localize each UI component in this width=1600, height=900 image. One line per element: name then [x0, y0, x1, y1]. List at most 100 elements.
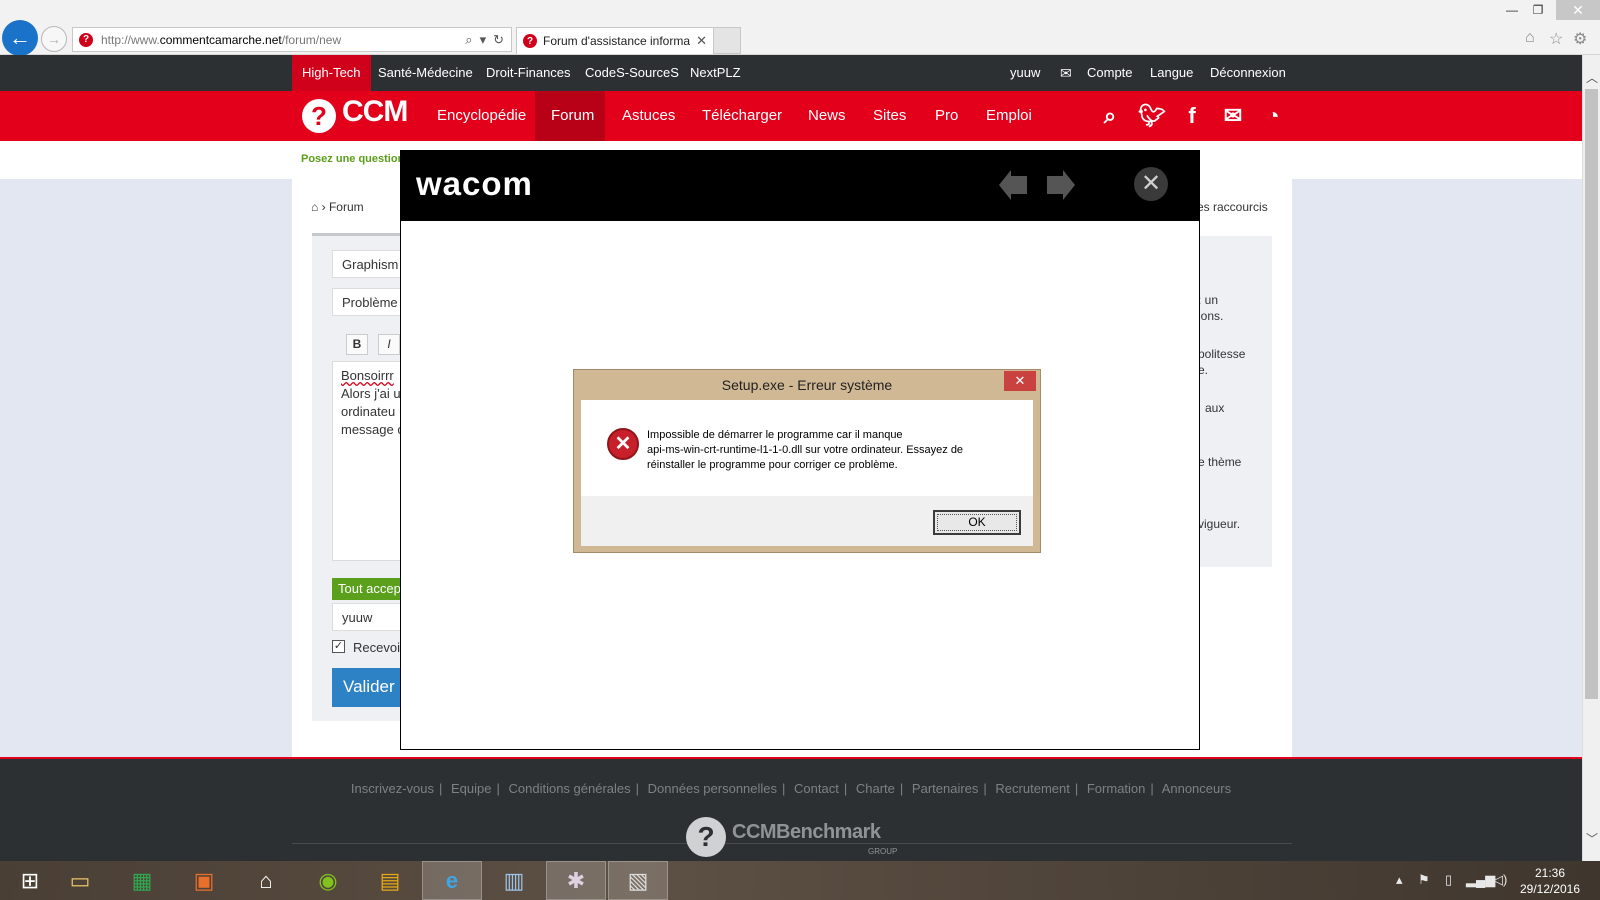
nav-sites[interactable]: Sites: [873, 91, 906, 141]
footer-link[interactable]: Equipe: [451, 781, 491, 796]
nav-telecharger[interactable]: Télécharger: [702, 91, 782, 141]
search-icon[interactable]: ⌕: [1097, 103, 1123, 129]
site-link-hightech[interactable]: High-Tech: [292, 55, 371, 91]
footer-link[interactable]: Conditions générales: [509, 781, 631, 796]
site-link-nextplz[interactable]: NextPLZ: [680, 55, 751, 91]
site-link-sante[interactable]: Santé-Médecine: [368, 55, 483, 91]
dialog-close-icon[interactable]: ✕: [1004, 371, 1036, 391]
search-icon[interactable]: ⌕: [465, 32, 472, 48]
logout-link[interactable]: Déconnexion: [1200, 55, 1296, 91]
shortcuts-link[interactable]: es raccourcis: [1197, 200, 1268, 214]
home-icon[interactable]: ⌂: [311, 200, 318, 214]
site-link-codes[interactable]: CodeS-SourceS: [575, 55, 689, 91]
spotify-icon[interactable]: ◉: [298, 861, 358, 900]
previous-arrow-icon[interactable]: [997, 168, 1031, 202]
dropdown-icon[interactable]: ▾: [480, 32, 487, 48]
store-icon[interactable]: ▦: [112, 861, 172, 900]
scroll-down-icon[interactable]: ﹀: [1583, 830, 1600, 847]
network-icon[interactable]: ▂▄▆: [1466, 872, 1495, 888]
home-icon[interactable]: ⌂: [236, 861, 296, 900]
back-arrow-icon[interactable]: ←: [2, 20, 38, 56]
nav-encyclopedie[interactable]: Encyclopédie: [437, 91, 526, 141]
show-hidden-icons-icon[interactable]: ▴: [1396, 872, 1403, 888]
footer-link[interactable]: Formation: [1087, 781, 1146, 796]
error-message: Impossible de démarrer le programme car …: [647, 428, 1017, 473]
twitter-icon[interactable]: 🐦︎: [1138, 103, 1166, 129]
document-viewer-icon[interactable]: ▥: [484, 861, 544, 900]
accept-all-bar[interactable]: Tout accep: [332, 578, 402, 600]
setup-app-icon[interactable]: ✱: [546, 861, 606, 900]
rules-text: politesse: [1198, 347, 1246, 361]
footer-link[interactable]: Contact: [794, 781, 839, 796]
footer-link[interactable]: Partenaires: [912, 781, 978, 796]
new-tab-button[interactable]: [714, 27, 741, 54]
ccmbenchmark-logo-icon[interactable]: ?: [686, 817, 726, 857]
site-link-droit[interactable]: Droit-Finances: [476, 55, 581, 91]
receive-label: Recevoi: [353, 640, 400, 655]
tab-favicon-icon: ?: [523, 34, 537, 48]
file-explorer-icon[interactable]: ▭: [50, 861, 110, 900]
restore-icon[interactable]: ❐: [1520, 0, 1556, 20]
installer-window-icon[interactable]: ▧: [608, 861, 668, 900]
breadcrumb-separator: ›: [321, 200, 326, 214]
account-link[interactable]: Compte: [1077, 55, 1143, 91]
forward-arrow-icon[interactable]: →: [41, 26, 67, 52]
receive-checkbox[interactable]: ✓: [332, 640, 345, 653]
star-icon[interactable]: ☆: [1549, 29, 1563, 49]
tab-close-icon[interactable]: ✕: [696, 33, 707, 49]
nav-astuces[interactable]: Astuces: [622, 91, 675, 141]
breadcrumb-forum[interactable]: Forum: [329, 200, 364, 214]
action-center-icon[interactable]: ⚑: [1418, 872, 1430, 888]
footer-link[interactable]: Données personnelles: [648, 781, 777, 796]
rules-text: : un: [1198, 293, 1219, 307]
ccm-logo-text[interactable]: CCM: [342, 95, 408, 129]
battery-icon[interactable]: ▯: [1445, 872, 1452, 888]
bold-button[interactable]: B: [346, 334, 368, 355]
italic-button[interactable]: I: [378, 334, 400, 355]
refresh-icon[interactable]: ↻: [493, 32, 504, 48]
address-bar[interactable]: ? http://www.commentcamarche.net/forum/n…: [72, 27, 512, 52]
home-icon[interactable]: ⌂: [1525, 29, 1535, 47]
volume-icon[interactable]: ◁): [1493, 872, 1507, 888]
username-field[interactable]: yuuw: [332, 603, 402, 631]
main-nav: ? CCM Encyclopédie Forum Astuces Télécha…: [0, 91, 1582, 141]
footer-link[interactable]: Annonceurs: [1162, 781, 1231, 796]
nav-forum[interactable]: Forum: [551, 91, 594, 141]
close-icon[interactable]: ✕: [1134, 167, 1168, 201]
scroll-up-icon[interactable]: ︿: [1583, 69, 1600, 86]
clock-time: 21:36: [1534, 866, 1566, 880]
category-select[interactable]: Graphism: [332, 250, 402, 278]
scroll-thumb[interactable]: [1585, 89, 1598, 699]
title-input[interactable]: Problème: [332, 288, 402, 316]
facebook-icon[interactable]: f: [1179, 103, 1205, 129]
nav-pro[interactable]: Pro: [935, 91, 958, 141]
nav-news[interactable]: News: [808, 91, 846, 141]
url-prefix: http://www.: [101, 32, 160, 47]
url-text[interactable]: http://www.commentcamarche.net/forum/new: [101, 33, 465, 47]
notes-icon[interactable]: ▤: [360, 861, 420, 900]
dialog-body: ✕ Impossible de démarrer le programme ca…: [581, 400, 1033, 546]
mail-icon[interactable]: ✉: [1220, 103, 1246, 129]
footer-link[interactable]: Inscrivez-vous: [351, 781, 434, 796]
submit-button[interactable]: Valider: [332, 668, 402, 707]
window-close-icon[interactable]: ✕: [1556, 0, 1600, 20]
message-editor[interactable]: Bonsoirrr Alors j'ai u ordinateu message…: [332, 361, 402, 561]
footer-links: Inscrivez-vous | Equipe | Conditions génér…: [350, 781, 1232, 796]
footer-link[interactable]: Charte: [856, 781, 895, 796]
clock[interactable]: 21:36 29/12/2016: [1510, 865, 1590, 897]
browser-tab[interactable]: ? Forum d'assistance informa... ✕: [516, 27, 714, 54]
nav-emploi[interactable]: Emploi: [986, 91, 1032, 141]
gear-icon[interactable]: ⚙: [1573, 29, 1587, 49]
footer-link[interactable]: Recrutement: [995, 781, 1069, 796]
rss-icon[interactable]: ◔: [1260, 103, 1286, 129]
username-link[interactable]: yuuw: [1000, 55, 1050, 91]
language-link[interactable]: Langue: [1140, 55, 1203, 91]
page-scrollbar[interactable]: ︿ ﹀: [1582, 55, 1600, 861]
ok-button[interactable]: OK: [933, 510, 1021, 535]
next-arrow-icon[interactable]: [1043, 168, 1077, 202]
ccmbenchmark-brand[interactable]: CCMBenchmark: [732, 821, 881, 844]
internet-explorer-icon[interactable]: e: [422, 861, 482, 900]
powerpoint-icon[interactable]: ▣: [174, 861, 234, 900]
ccm-logo-icon[interactable]: ?: [302, 99, 336, 133]
ask-question-link[interactable]: Posez une question: [301, 153, 404, 165]
